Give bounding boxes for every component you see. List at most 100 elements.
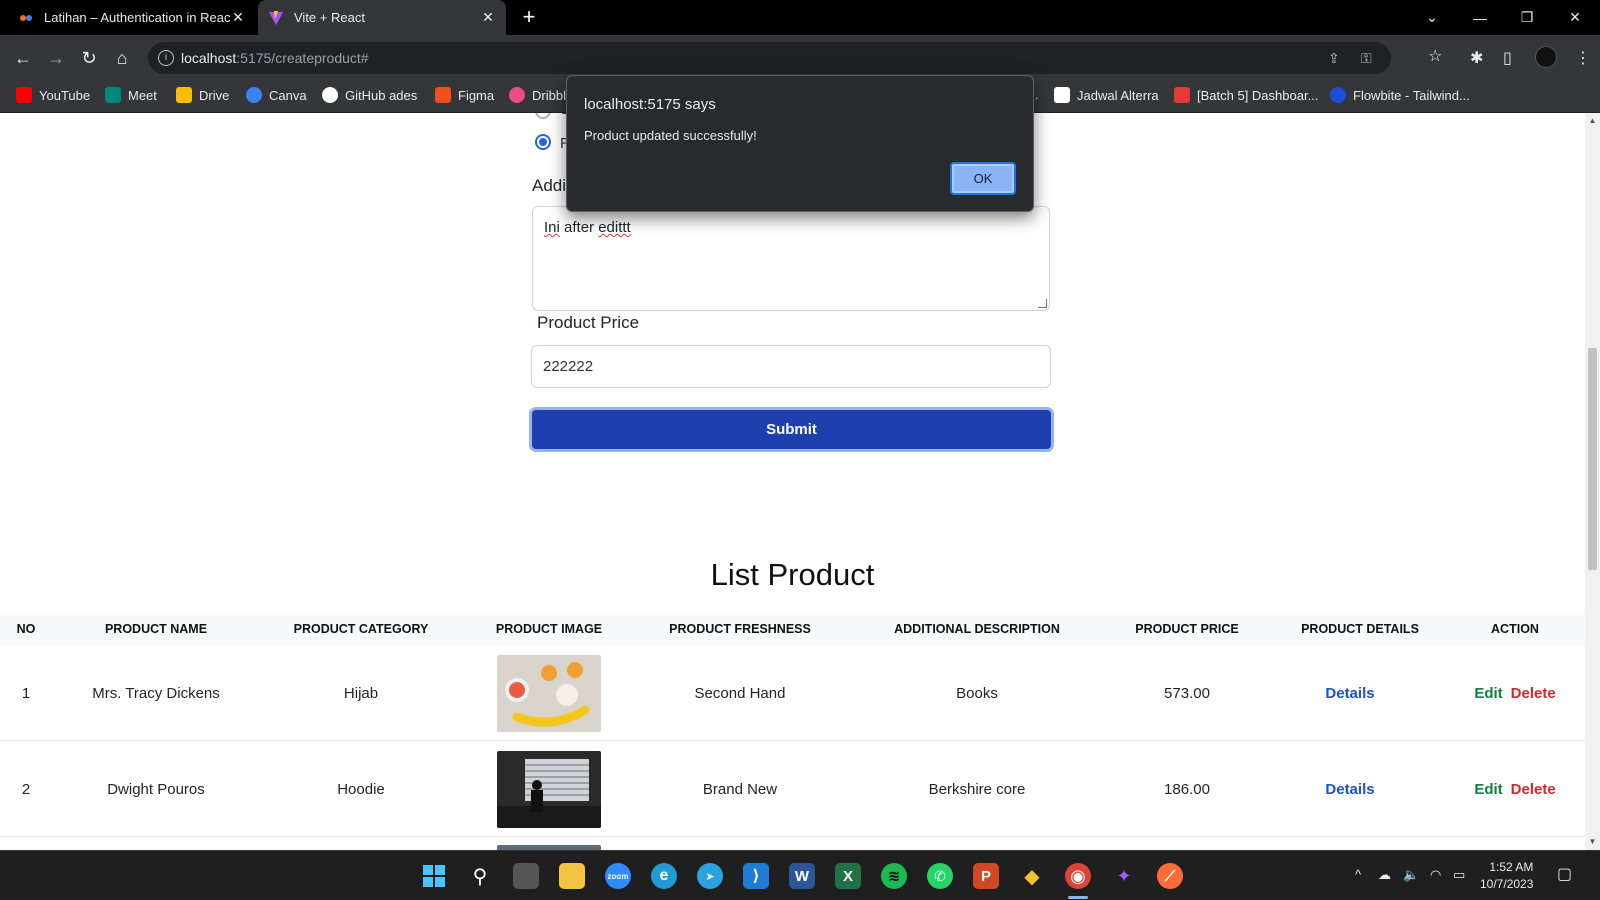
additional-description-label: Addi xyxy=(532,176,567,195)
tray-chevron-icon[interactable]: ^ xyxy=(1355,867,1361,882)
table-row: 2 Dwight Pouros Hoodie Brand New Berkshi… xyxy=(0,743,1585,837)
vertical-scrollbar[interactable]: ▲ ▼ xyxy=(1585,113,1600,850)
cell-no: 2 xyxy=(21,781,31,798)
back-button[interactable]: ← xyxy=(10,45,36,71)
column-header-product-image: PRODUCT IMAGE xyxy=(495,622,603,636)
spotify-icon[interactable]: ≋ xyxy=(881,863,907,889)
tab-close-icon[interactable]: ✕ xyxy=(480,9,496,26)
cell-product-details: Details xyxy=(1270,743,1430,837)
system-clock[interactable]: 1:52 AM 10/7/2023 xyxy=(1480,859,1533,893)
wifi-icon[interactable]: ◠ xyxy=(1430,867,1441,883)
cell-product-price: 573.00 xyxy=(1164,685,1210,702)
delete-button[interactable]: Delete xyxy=(1511,781,1556,798)
forward-button[interactable]: → xyxy=(43,45,69,71)
bookmark-meet[interactable]: Meet xyxy=(105,87,157,103)
word-icon[interactable]: W xyxy=(789,863,815,889)
windows-taskbar: ⚲ zoom e ➤ ⟩ W X ≋ ✆ P ◆ ◉ ✦ ⟋ ^ ☁ 🔈 ◠ ▭… xyxy=(0,850,1600,900)
tab-vite-react[interactable]: Vite + React ✕ xyxy=(258,0,506,35)
onedrive-cloud-icon[interactable]: ☁ xyxy=(1378,867,1391,883)
figma-icon xyxy=(435,87,451,103)
column-header-product-details: PRODUCT DETAILS xyxy=(1301,622,1419,636)
bookmark-github[interactable]: GitHub ades xyxy=(322,87,417,103)
minimize-button[interactable]: — xyxy=(1460,0,1500,35)
additional-description-textarea[interactable]: Ini after edittt xyxy=(532,206,1050,311)
notifications-icon[interactable]: ▢ xyxy=(1557,864,1572,884)
windows-start-icon[interactable] xyxy=(421,863,447,889)
table-row: 1 Mrs. Tracy Dickens Hijab Second Hand B… xyxy=(0,647,1585,741)
reload-button[interactable]: ↻ xyxy=(76,45,102,71)
search-icon[interactable]: ⚲ xyxy=(467,863,493,889)
tab-search-chevron-icon[interactable]: ⌄ xyxy=(1412,0,1452,35)
restore-button[interactable]: ❐ xyxy=(1507,0,1547,35)
radio-option-2[interactable] xyxy=(535,134,551,150)
details-link[interactable]: Details xyxy=(1325,781,1374,798)
edge-icon[interactable]: e xyxy=(651,863,677,889)
bookmark-dribbble[interactable]: Dribbl xyxy=(509,87,566,103)
battery-icon[interactable]: ▭ xyxy=(1453,867,1465,883)
page-content: S R Addi Ini after edittt Product Price … xyxy=(0,113,1585,850)
postman-icon[interactable]: ⟋ xyxy=(1157,863,1183,889)
bookmark-star-icon[interactable]: ☆ xyxy=(1428,46,1442,66)
menu-kebab-icon[interactable]: ⋮ xyxy=(1575,48,1591,68)
meet-icon xyxy=(105,87,121,103)
scroll-up-arrow-icon[interactable]: ▲ xyxy=(1587,116,1598,125)
edit-button[interactable]: Edit xyxy=(1474,685,1502,702)
profile-avatar[interactable] xyxy=(1535,46,1557,68)
bookmark-canva[interactable]: Canva xyxy=(246,87,307,103)
bookmark-batch5-dashboard[interactable]: [Batch 5] Dashboar... xyxy=(1174,87,1318,103)
tab-close-icon[interactable]: ✕ xyxy=(230,9,246,26)
column-header-additional-description: ADDITIONAL DESCRIPTION xyxy=(894,622,1060,636)
volume-icon[interactable]: 🔈 xyxy=(1403,867,1419,883)
column-header-product-price: PRODUCT PRICE xyxy=(1135,622,1239,636)
side-panel-icon[interactable]: ▯ xyxy=(1503,48,1512,68)
drive-icon xyxy=(176,87,192,103)
whatsapp-icon[interactable]: ✆ xyxy=(927,863,953,889)
bookmark-figma[interactable]: Figma xyxy=(435,87,494,103)
dialog-ok-button[interactable]: OK xyxy=(950,162,1016,195)
file-explorer-icon[interactable] xyxy=(559,863,585,889)
extensions-icon[interactable]: ✱ xyxy=(1470,48,1483,68)
dribbble-icon xyxy=(509,87,525,103)
key-icon[interactable]: ⚿ xyxy=(1361,50,1372,67)
powerpoint-icon[interactable]: P xyxy=(973,863,999,889)
tab-title: Latihan – Authentication in Reac xyxy=(44,10,230,25)
zoom-icon[interactable]: zoom xyxy=(605,863,631,889)
git-icon[interactable]: ◆ xyxy=(1019,863,1045,889)
column-header-product-category: PRODUCT CATEGORY xyxy=(293,622,429,636)
delete-button[interactable]: Delete xyxy=(1511,685,1556,702)
share-icon[interactable]: ⇪ xyxy=(1328,50,1340,67)
telegram-icon[interactable]: ➤ xyxy=(697,863,723,889)
cell-no: 1 xyxy=(21,685,31,702)
bookmark-youtube[interactable]: YouTube xyxy=(16,87,90,103)
vscode-icon[interactable]: ⟩ xyxy=(743,863,769,889)
scrollbar-thumb[interactable] xyxy=(1588,348,1597,570)
alert-dialog: localhost:5175 says Product updated succ… xyxy=(566,75,1034,212)
url-text[interactable]: localhost:5175/createproduct# xyxy=(181,50,369,66)
new-tab-button[interactable]: + xyxy=(518,6,540,28)
resize-handle-icon[interactable] xyxy=(1038,299,1047,308)
address-bar[interactable]: i localhost:5175/createproduct# ⚿ ⇪ xyxy=(148,42,1391,74)
tab-latihan[interactable]: Latihan – Authentication in Reac ✕ xyxy=(8,0,256,35)
cell-action: Edit Delete xyxy=(1450,743,1580,837)
window-close-button[interactable]: ✕ xyxy=(1555,0,1595,35)
excel-icon[interactable]: X xyxy=(835,863,861,889)
product-price-input[interactable]: 222222 xyxy=(531,345,1051,388)
cell-action: Edit Delete xyxy=(1450,647,1580,741)
site-info-icon[interactable]: i xyxy=(158,50,174,66)
bookmark-flowbite[interactable]: Flowbite - Tailwind... xyxy=(1330,87,1470,103)
task-view-icon[interactable] xyxy=(513,863,539,889)
edit-button[interactable]: Edit xyxy=(1474,781,1502,798)
details-link[interactable]: Details xyxy=(1325,685,1374,702)
chrome-icon[interactable]: ◉ xyxy=(1065,863,1091,889)
radio-option-1[interactable] xyxy=(535,113,551,119)
table-header: NO PRODUCT NAME PRODUCT CATEGORY PRODUCT… xyxy=(0,613,1585,645)
figma-icon[interactable]: ✦ xyxy=(1111,863,1137,889)
home-button[interactable]: ⌂ xyxy=(109,45,135,71)
product-image-thumbnail xyxy=(497,751,601,828)
github-icon xyxy=(322,87,338,103)
bookmark-drive[interactable]: Drive xyxy=(176,87,229,103)
scroll-down-arrow-icon[interactable]: ▼ xyxy=(1587,837,1598,846)
bookmark-jadwal-alterra[interactable]: Jadwal Alterra xyxy=(1054,87,1159,103)
cell-product-freshness: Brand New xyxy=(702,781,778,798)
submit-button[interactable]: Submit xyxy=(529,407,1054,452)
